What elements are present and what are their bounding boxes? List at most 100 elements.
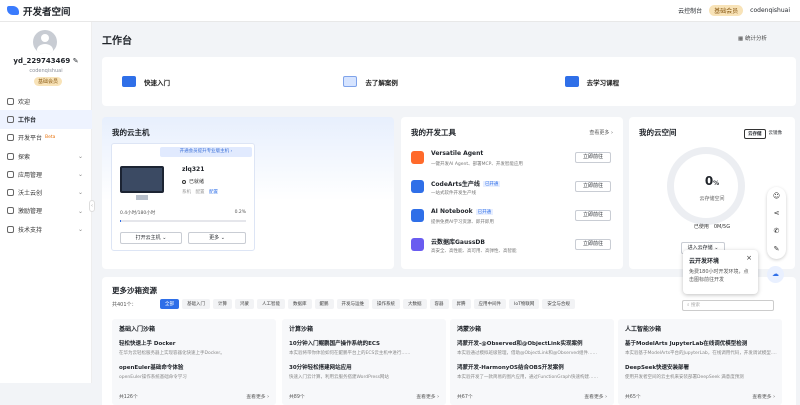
tool-go-button[interactable]: 立即前往 (575, 210, 611, 221)
storage-value: 0% (629, 174, 795, 188)
sandbox-desc: 使用开发者空间的云主机来安装部署DeepSeek 满意度预测 (625, 375, 744, 380)
chip-devops[interactable]: 开发与运维 (336, 299, 369, 309)
monitor-stand (136, 195, 148, 200)
usage-row: 0.4小时/180小时 0.2% (120, 210, 246, 216)
status-icon (182, 179, 186, 184)
host-status: 已就绪 (182, 178, 204, 185)
profile-sub: codenqishuai (29, 68, 63, 74)
tab-storage[interactable]: 云存储 (744, 129, 766, 139)
stats-label: 统计分析 (744, 36, 767, 42)
courses-link[interactable]: 去学习课程 (560, 66, 781, 98)
tool-name: 云数据库GaussDB (431, 237, 485, 246)
sidebar-item-label: 激励管理 (18, 208, 43, 216)
user-menu[interactable]: codenqishuai (750, 7, 790, 14)
chip-iot[interactable]: IoT物联网 (509, 299, 540, 309)
chip-harmony[interactable]: 鸿蒙 (235, 299, 254, 309)
logo[interactable]: 开发者空间 (7, 4, 71, 18)
tools-more-link[interactable]: 查看更多 › (589, 129, 613, 136)
quick-start-link[interactable]: 快速入门 (117, 66, 338, 98)
chip-ai[interactable]: 人工智能 (257, 299, 285, 309)
sidebar-item-label: 开发平台 (18, 135, 43, 143)
open-host-button[interactable]: 打开云主机 ⌄ (120, 232, 182, 244)
sandbox-item[interactable]: 10分钟入门鲲鹏国产操作系统的ECS (289, 339, 441, 347)
sandbox-item[interactable]: openEuler基础命令体验 (119, 363, 271, 371)
column-more-link[interactable]: 查看更多 › (246, 393, 269, 400)
tool-go-button[interactable]: 立即前往 (575, 152, 611, 163)
edit-icon[interactable]: ✎ (73, 57, 79, 65)
column-count: 共67个 (457, 395, 473, 400)
column-more-link[interactable]: 查看更多 › (416, 393, 439, 400)
share-icon[interactable]: ⋖ (772, 209, 781, 218)
search-input[interactable]: ⌕ 搜索 (682, 300, 774, 311)
sandbox-desc: 本实验通过模拟班级管理，借助@ObjectLink和@Observed组件…… (457, 351, 598, 356)
page-title: 工作台 (102, 36, 132, 47)
sandbox-item[interactable]: DeepSeek快速安装部署 (625, 363, 777, 371)
host-config-link[interactable]: 配置 (209, 190, 218, 195)
member-badge[interactable]: 基础会员 (34, 77, 63, 86)
vip-badge[interactable]: 基础会员 (709, 5, 744, 16)
home-icon (7, 97, 14, 105)
sidebar-item-app-manage[interactable]: 应用管理 ⌄ (0, 165, 92, 183)
column-count: 共65个 (625, 395, 641, 400)
sidebar-item-wotu[interactable]: 沃土云创 ⌄ (0, 183, 92, 201)
sandbox-item[interactable]: 基于ModelArts JupyterLab在线调优模型检测 (625, 339, 777, 347)
sandbox-column: 人工智能沙箱 基于ModelArts JupyterLab在线调优模型检测 本实… (618, 319, 782, 405)
host-more-button[interactable]: 更多 ⌄ (188, 232, 246, 244)
status-text: 已就绪 (189, 179, 205, 185)
chip-bigdata[interactable]: 大数据 (403, 299, 427, 309)
chip-security[interactable]: 安全与合规 (542, 299, 575, 309)
cloud-icon (7, 189, 14, 197)
sandbox-item[interactable]: 轻松快速上手 Docker (119, 339, 271, 347)
sandbox-item[interactable]: 鸿蒙开发-@Observed和@ObjectLink实现案例 (457, 339, 609, 347)
chip-middleware[interactable]: 应用中间件 (473, 299, 506, 309)
tool-name-text: 云数据库GaussDB (431, 239, 485, 246)
phone-icon[interactable]: ✆ (772, 227, 781, 236)
chip-compute[interactable]: 计算 (213, 299, 232, 309)
edit-feedback-icon[interactable]: ✎ (772, 245, 781, 254)
sandbox-desc: openEuler操作系统基础命令学习 (119, 375, 187, 380)
stats-link[interactable]: ▦ 统计分析 (738, 34, 767, 42)
sidebar-item-dev-platform[interactable]: 开发平台 Beta (0, 129, 92, 147)
database-icon (411, 238, 424, 251)
sidebar-item-workbench[interactable]: 工作台 (0, 110, 92, 129)
chip-basic[interactable]: 基础入门 (182, 299, 210, 309)
upgrade-banner[interactable]: 开通会员提升专业版主机 › (160, 147, 252, 157)
close-icon[interactable]: × (746, 254, 752, 262)
tool-name-text: AI Notebook (431, 208, 473, 215)
chevron-down-icon: ⌄ (77, 189, 83, 197)
chip-container[interactable]: 容器 (429, 299, 449, 309)
column-more-link[interactable]: 查看更多 › (584, 393, 607, 400)
sandbox-item[interactable]: 鸿蒙开发-HarmonyOS结合OBS开发案例 (457, 363, 609, 371)
avatar[interactable] (33, 30, 57, 54)
tool-go-button[interactable]: 立即前往 (575, 181, 611, 192)
monitor-icon (120, 166, 164, 193)
chip-os[interactable]: 操作系统 (372, 299, 400, 309)
chip-database[interactable]: 数据库 (288, 299, 312, 309)
sidebar-item-incentive[interactable]: 激励管理 ⌄ (0, 202, 92, 220)
tab-image[interactable]: 云镜像 (766, 129, 786, 139)
chip-ascend[interactable]: 昇腾 (451, 299, 471, 309)
cloud-dev-icon[interactable]: ☁ (767, 266, 784, 283)
console-link[interactable]: 云控制台 (678, 6, 702, 15)
status-badge: 已开通 (475, 208, 494, 215)
chip-all[interactable]: 全部 (160, 299, 179, 309)
case-icon (343, 76, 358, 87)
sidebar-collapse-handle[interactable]: ‹ (89, 200, 95, 212)
sandbox-section: 更多沙箱资源 共401个： 全部 基础入门 计算 鸿蒙 人工智能 数据库 鲲鹏 … (102, 277, 796, 405)
tool-go-button[interactable]: 立即前往 (575, 239, 611, 250)
cases-link[interactable]: 去了解案例 (338, 66, 559, 98)
sandbox-item[interactable]: 30分钟轻松搭建网站应用 (289, 363, 441, 371)
sandbox-desc: 快速入门云计算，利用云服务搭建WordPress网站 (289, 375, 389, 380)
sandbox-desc: 本实验基于ModelArts平台的JupyterLab，在线调用代码，开发调试模… (625, 351, 777, 356)
usage-bar (120, 220, 246, 222)
column-more-link[interactable]: 查看更多 › (752, 393, 775, 400)
chat-icon[interactable]: ☺ (772, 192, 781, 201)
sidebar-item-welcome[interactable]: 欢迎 (0, 92, 92, 110)
sidebar-item-support[interactable]: 技术支持 ⌄ (0, 220, 92, 238)
app-icon (7, 170, 14, 178)
chip-kunpeng[interactable]: 鲲鹏 (314, 299, 334, 309)
sandbox-column: 基础入门沙箱 轻松快速上手 Docker 在华为云轻松服务器上实现容器化快速上手… (112, 319, 276, 405)
storage-unit: % (713, 180, 720, 187)
sidebar-item-explore[interactable]: 探索 ⌄ (0, 147, 92, 165)
tool-name: Versatile Agent (431, 150, 483, 157)
